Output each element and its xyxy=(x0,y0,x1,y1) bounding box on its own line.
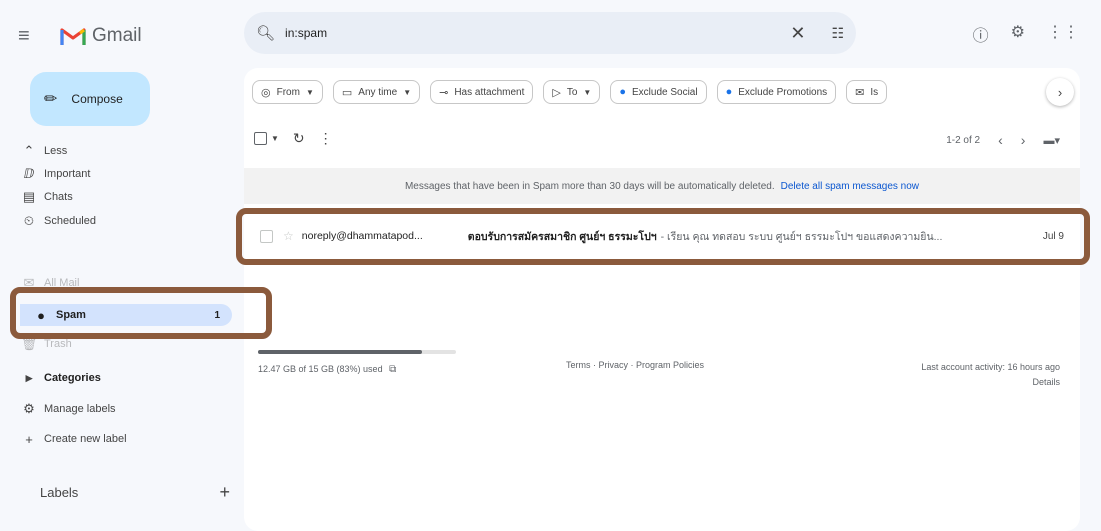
person-icon: ◎ xyxy=(261,86,271,99)
delete-all-spam-link[interactable]: Delete all spam messages now xyxy=(781,181,919,192)
storage-bar xyxy=(258,350,456,354)
sidebar-item-categories[interactable]: ▸ Categories xyxy=(14,367,234,389)
chip-label: Exclude Promotions xyxy=(738,86,828,98)
caret-down-icon: ▼ xyxy=(403,87,412,97)
important-icon: ⅅ xyxy=(23,166,35,181)
chips-scroll-right-icon[interactable]: › xyxy=(1046,78,1074,106)
add-label-icon[interactable]: + xyxy=(219,482,230,503)
prev-page-icon[interactable]: ‹ xyxy=(998,132,1003,148)
filter-chip-is[interactable]: ✉ Is xyxy=(846,80,888,104)
open-in-new-icon[interactable]: ⧉ xyxy=(389,364,396,375)
sidebar-item-label: Important xyxy=(44,168,91,180)
refresh-icon[interactable]: ↻ xyxy=(293,130,305,147)
density-icon[interactable]: ▬▾ xyxy=(1043,134,1060,147)
scheduled-icon: ⏲ xyxy=(23,213,35,228)
attachment-icon: ⊸ xyxy=(439,86,449,99)
sidebar-item-create-label[interactable]: + Create new label xyxy=(14,428,234,450)
categories-icon: ▸ xyxy=(25,370,33,385)
filter-chip-has-attachment[interactable]: ⊸ Has attachment xyxy=(430,80,534,104)
filter-chip-from[interactable]: ◎ From ▼ xyxy=(252,80,323,104)
next-page-icon[interactable]: › xyxy=(1021,132,1026,148)
compose-label: Compose xyxy=(71,92,123,106)
sidebar: ≡ Gmail ✏ Compose ⌃ Less ⅅ Important ▤ C… xyxy=(0,0,240,531)
sidebar-item-label: Chats xyxy=(44,191,73,203)
sidebar-item-important[interactable]: ⅅ Important xyxy=(14,163,234,185)
storage-text: 12.47 GB of 15 GB (83%) used xyxy=(258,364,383,374)
sidebar-item-label: Trash xyxy=(44,338,72,350)
spam-banner: Messages that have been in Spam more tha… xyxy=(244,168,1080,204)
compose-button[interactable]: ✏ Compose xyxy=(30,72,150,126)
apps-grid-icon[interactable]: ⋮⋮ xyxy=(1047,22,1079,46)
spam-banner-text: Messages that have been in Spam more tha… xyxy=(404,180,775,192)
chip-label: Has attachment xyxy=(454,86,525,98)
gmail-logo[interactable]: Gmail xyxy=(60,25,142,47)
clear-search-icon[interactable]: ✕ xyxy=(790,23,805,44)
sidebar-item-label: Categories xyxy=(44,372,101,384)
help-icon[interactable]: ⓘ xyxy=(973,22,989,46)
search-bar[interactable]: 🔍︎ in:spam ✕ ☷ xyxy=(244,12,856,54)
pager: 1-2 of 2 ‹ › ▬▾ xyxy=(946,132,1060,148)
chat-icon: ▤ xyxy=(22,189,36,204)
filter-chip-exclude-promotions[interactable]: ● Exclude Promotions xyxy=(716,80,837,104)
send-icon: ▷ xyxy=(552,86,561,99)
footer-links[interactable]: Terms · Privacy · Program Policies xyxy=(566,360,704,370)
filter-chip-any-time[interactable]: ▭ Any time ▼ xyxy=(332,80,421,104)
caret-down-icon: ▼ xyxy=(305,87,314,97)
promotions-icon: ● xyxy=(725,86,733,98)
filter-chip-exclude-social[interactable]: ● Exclude Social xyxy=(610,80,707,104)
more-options-icon[interactable]: ⋮ xyxy=(319,130,333,147)
caret-down-icon: ▼ xyxy=(583,87,592,97)
activity-text: Last account activity: 16 hours ago xyxy=(921,362,1060,372)
account-activity: Last account activity: 16 hours ago Deta… xyxy=(921,360,1060,390)
search-icon[interactable]: 🔍︎ xyxy=(256,24,275,42)
chevron-up-icon: ⌃ xyxy=(23,143,35,158)
highlight-message-row xyxy=(236,208,1090,265)
labels-heading: Labels xyxy=(40,485,79,500)
chip-label: Is xyxy=(870,86,879,98)
header-left: ≡ Gmail xyxy=(18,18,142,54)
select-dropdown-icon[interactable]: ▼ xyxy=(271,134,279,143)
sidebar-item-label: Manage labels xyxy=(44,403,116,415)
details-link[interactable]: Details xyxy=(921,375,1060,390)
mail-list-panel: ◎ From ▼ ▭ Any time ▼ ⊸ Has attachment ▷… xyxy=(244,68,1080,531)
storage-bar-fill xyxy=(258,350,423,354)
list-toolbar: ▼ ↻ ⋮ xyxy=(254,130,333,147)
plus-icon: + xyxy=(25,431,33,447)
calendar-icon: ▭ xyxy=(341,86,353,99)
storage-usage: 12.47 GB of 15 GB (83%) used ⧉ xyxy=(258,350,456,375)
social-icon: ● xyxy=(619,86,626,98)
highlight-spam-item xyxy=(10,287,272,339)
chip-label: Exclude Social xyxy=(631,86,698,98)
labels-section: Labels + xyxy=(40,482,230,503)
sidebar-item-label: Scheduled xyxy=(44,215,96,227)
search-options-icon[interactable]: ☷ xyxy=(831,25,844,42)
gmail-m-icon xyxy=(60,28,86,45)
gear-icon: ⚙ xyxy=(23,401,35,416)
sidebar-item-scheduled[interactable]: ⏲ Scheduled xyxy=(14,210,234,232)
header-right: ⓘ ⚙ ⋮⋮ xyxy=(973,22,1079,46)
mail-icon: ✉ xyxy=(855,86,865,99)
filter-chip-to[interactable]: ▷ To ▼ xyxy=(543,80,601,104)
app-name: Gmail xyxy=(92,25,142,46)
menu-icon[interactable]: ≡ xyxy=(18,26,40,46)
chip-label: From xyxy=(276,86,300,98)
pager-range: 1-2 of 2 xyxy=(946,134,981,146)
pencil-icon: ✏ xyxy=(44,91,58,108)
filter-chips: ◎ From ▼ ▭ Any time ▼ ⊸ Has attachment ▷… xyxy=(252,80,888,104)
sidebar-item-manage-labels[interactable]: ⚙ Manage labels xyxy=(14,398,234,420)
chip-label: To xyxy=(566,86,578,98)
search-input[interactable]: in:spam xyxy=(285,26,790,40)
settings-icon[interactable]: ⚙ xyxy=(1011,22,1025,46)
sidebar-item-label: Less xyxy=(44,145,68,157)
sidebar-item-chats[interactable]: ▤ Chats xyxy=(14,186,234,208)
chip-label: Any time xyxy=(358,86,398,98)
sidebar-item-label: Create new label xyxy=(44,433,127,445)
select-all-checkbox[interactable] xyxy=(254,132,267,145)
sidebar-item-less[interactable]: ⌃ Less xyxy=(14,140,234,162)
